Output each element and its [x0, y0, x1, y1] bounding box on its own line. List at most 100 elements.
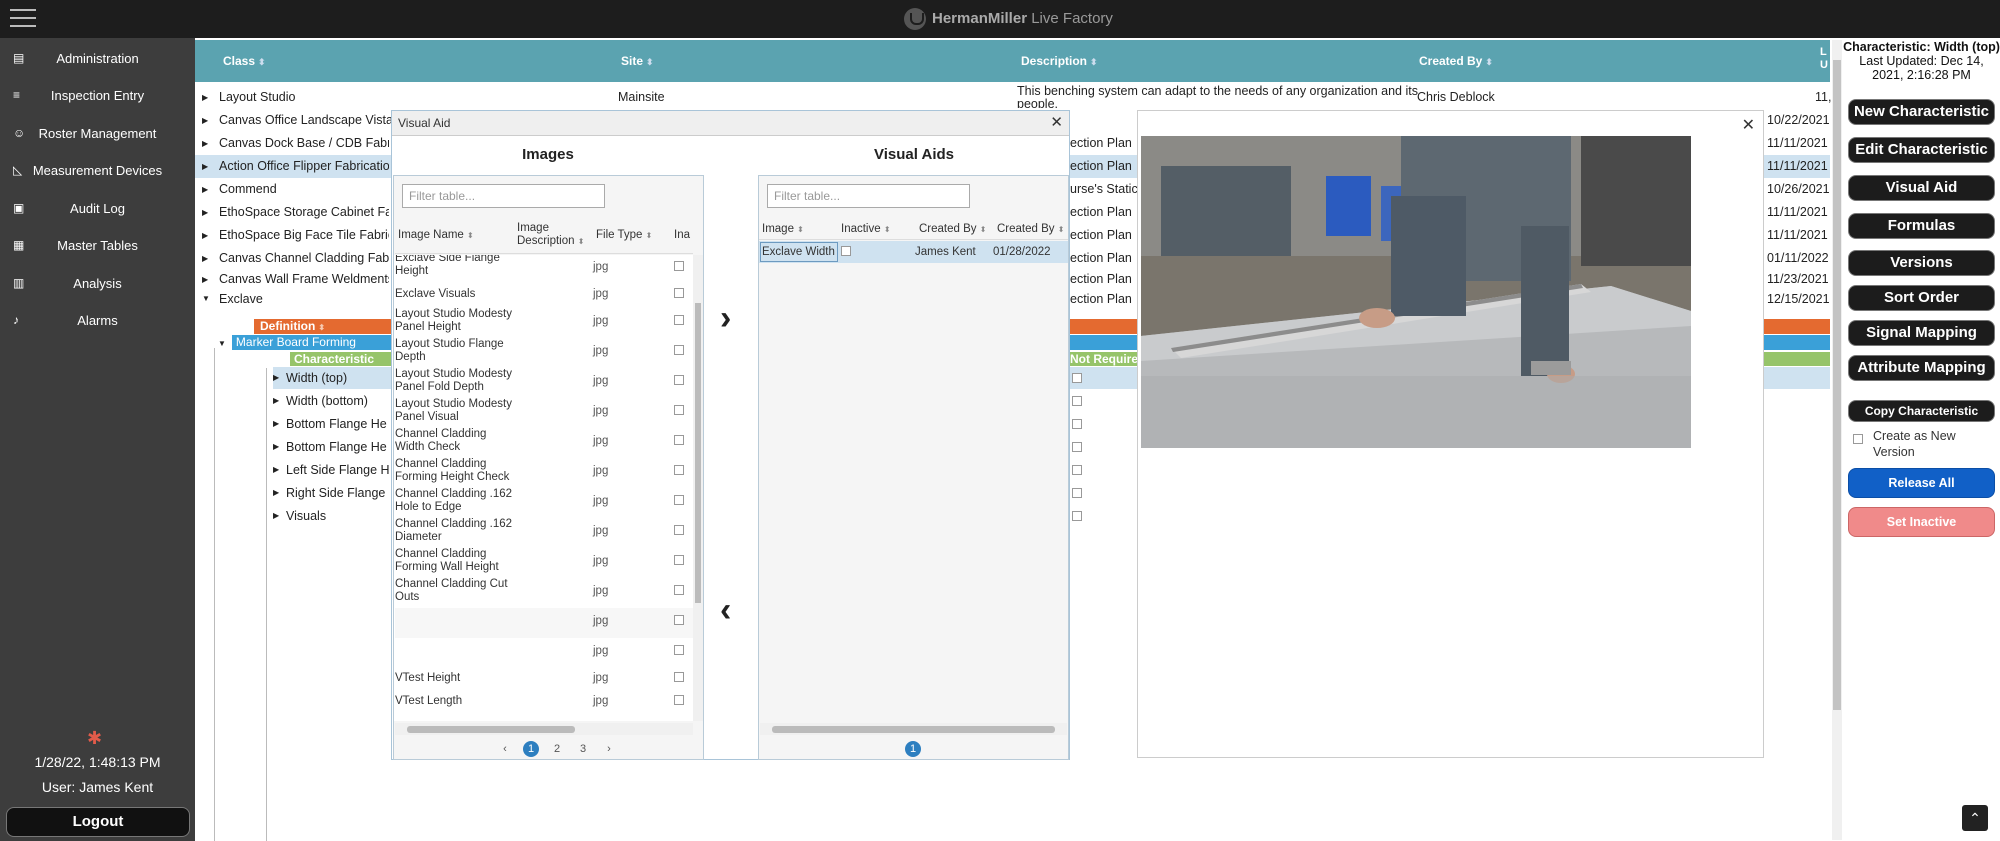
edit-characteristic-button[interactable]: Edit Characteristic	[1848, 137, 1995, 163]
signal-mapping-button[interactable]: Signal Mapping	[1848, 320, 1995, 346]
visual-aid-button[interactable]: Visual Aid	[1848, 175, 1995, 201]
column-header-description[interactable]: Description ⬍	[1021, 54, 1098, 68]
copy-characteristic-button[interactable]: Copy Characteristic	[1848, 400, 1995, 422]
next-page-button[interactable]: ›	[601, 741, 617, 757]
column-header-file-type[interactable]: File Type ⬍	[596, 229, 652, 242]
image-row[interactable]: Layout Studio Flange Depth jpg	[395, 338, 693, 368]
image-row[interactable]: Channel Cladding .162 Diameter jpg	[395, 518, 693, 548]
sidebar-item-master-tables[interactable]: ▦ Master Tables	[0, 227, 195, 264]
expand-arrow-icon[interactable]: ▶	[273, 367, 279, 389]
scrollbar-thumb[interactable]	[1833, 60, 1841, 710]
sidebar-item-inspection-entry[interactable]: ≡ Inspection Entry	[0, 77, 195, 114]
column-header-image-name[interactable]: Image Name ⬍	[398, 229, 474, 242]
set-inactive-button[interactable]: Set Inactive	[1848, 507, 1995, 537]
scrollbar-thumb[interactable]	[695, 303, 701, 603]
visual-aids-filter-input[interactable]: Filter table...	[767, 184, 970, 208]
bug-report-icon[interactable]: ✱	[87, 728, 102, 749]
expand-arrow-icon[interactable]: ▶	[202, 247, 208, 270]
scrollbar-thumb[interactable]	[407, 726, 575, 733]
prev-page-button[interactable]: ‹	[497, 741, 513, 757]
image-row[interactable]: Layout Studio Modesty Panel Height jpg	[395, 308, 693, 338]
not-required-checkbox[interactable]	[1072, 442, 1082, 452]
column-header-site[interactable]: Site ⬍	[621, 54, 654, 68]
sidebar-item-roster-management[interactable]: ☺ Roster Management	[0, 115, 195, 152]
expand-arrow-icon[interactable]: ▶	[202, 86, 208, 109]
expand-arrow-icon[interactable]: ▶	[202, 224, 208, 247]
image-row[interactable]: Channel Cladding .162 Hole to Edge jpg	[395, 488, 693, 518]
page-3-button[interactable]: 3	[575, 741, 591, 757]
image-row[interactable]: Exclave Side Flange Height jpg	[395, 255, 693, 282]
versions-button[interactable]: Versions	[1848, 250, 1995, 276]
column-header-created-by[interactable]: Created By ⬍	[919, 223, 986, 236]
page-2-button[interactable]: 2	[549, 741, 565, 757]
not-required-checkbox[interactable]	[1072, 396, 1082, 406]
expand-arrow-icon[interactable]: ▶	[202, 201, 208, 224]
expand-arrow-icon[interactable]: ▶	[202, 268, 208, 291]
not-required-checkbox[interactable]	[1072, 465, 1082, 475]
not-required-checkbox[interactable]	[1072, 419, 1082, 429]
image-row[interactable]: Layout Studio Modesty Panel Visual jpg	[395, 398, 693, 428]
images-vertical-scrollbar[interactable]	[693, 255, 703, 721]
image-row[interactable]: Layout Studio Modesty Panel Fold Depth jp…	[395, 368, 693, 398]
not-required-checkbox[interactable]	[1072, 373, 1082, 383]
expand-arrow-icon[interactable]: ▶	[273, 459, 279, 481]
images-filter-input[interactable]: Filter table...	[402, 184, 605, 208]
not-required-checkbox[interactable]	[1072, 488, 1082, 498]
visual-aid-row[interactable]: Exclave Width James Kent 01/28/2022	[759, 241, 1068, 263]
logout-button[interactable]: Logout	[6, 807, 190, 837]
image-row[interactable]: Channel Cladding Cut Outs jpg	[395, 578, 693, 608]
image-row[interactable]: Channel Cladding Forming Wall Height jpg	[395, 548, 693, 578]
close-icon[interactable]: ✕	[1050, 114, 1063, 132]
page-1-button[interactable]: 1	[905, 741, 921, 757]
images-horizontal-scrollbar[interactable]	[395, 723, 693, 735]
collapse-arrow-icon[interactable]: ▼	[218, 339, 226, 348]
main-vertical-scrollbar[interactable]	[1832, 40, 1842, 840]
sidebar-item-alarms[interactable]: ♪ Alarms	[0, 302, 195, 339]
expand-arrow-icon[interactable]: ▶	[273, 413, 279, 435]
image-row[interactable]: Exclave Visuals jpg	[395, 285, 693, 308]
image-row[interactable]: VTest Height jpg	[395, 668, 693, 691]
sidebar-item-audit-log[interactable]: ▣ Audit Log	[0, 190, 195, 227]
expand-arrow-icon[interactable]: ▶	[273, 482, 279, 504]
column-header-image-description[interactable]: Image Description ⬍	[517, 222, 587, 248]
formulas-button[interactable]: Formulas	[1848, 213, 1995, 239]
sidebar-item-administration[interactable]: ▤ Administration	[0, 40, 195, 77]
image-row[interactable]: Channel Cladding Forming Height Check jpg	[395, 458, 693, 488]
scroll-to-top-button[interactable]: ⌃	[1962, 805, 1988, 831]
visual-aid-inactive-checkbox[interactable]	[841, 246, 851, 256]
hamburger-menu-icon[interactable]	[10, 9, 36, 29]
not-required-checkbox[interactable]	[1072, 511, 1082, 521]
column-header-class[interactable]: Class ⬍	[223, 54, 266, 68]
expand-arrow-icon[interactable]: ▶	[202, 132, 208, 155]
expand-arrow-icon[interactable]: ▶	[273, 390, 279, 412]
column-header-inactive[interactable]: Inactive ⬍	[841, 223, 891, 236]
attribute-mapping-button[interactable]: Attribute Mapping	[1848, 355, 1995, 381]
create-new-version-checkbox[interactable]	[1853, 434, 1863, 444]
move-to-visual-aids-button[interactable]: ›	[720, 299, 731, 338]
remove-from-visual-aids-button[interactable]: ‹	[720, 591, 731, 630]
expand-arrow-icon[interactable]: ▶	[202, 155, 208, 178]
column-header-image[interactable]: Image ⬍	[762, 223, 804, 236]
close-icon[interactable]: ✕	[1742, 115, 1755, 135]
create-new-version-option[interactable]: Create as New Version	[1853, 428, 1983, 460]
visual-aid-image-cell[interactable]: Exclave Width	[760, 242, 838, 262]
column-header-created-by[interactable]: Created By ⬍	[1419, 54, 1493, 68]
sidebar-item-measurement-devices[interactable]: ◺ Measurement Devices	[0, 152, 195, 189]
new-characteristic-button[interactable]: New Characteristic	[1848, 99, 1995, 125]
expand-arrow-icon[interactable]: ▶	[202, 178, 208, 201]
image-row[interactable]: jpg	[395, 638, 693, 668]
expand-arrow-icon[interactable]: ▶	[202, 109, 208, 132]
image-row[interactable]: jpg	[395, 608, 693, 638]
image-row[interactable]: VTest Length jpg	[395, 691, 693, 714]
column-header-inactive[interactable]: Ina	[674, 229, 690, 242]
collapse-arrow-icon[interactable]: ▼	[202, 289, 210, 309]
image-row[interactable]: Channel Cladding Width Check jpg	[395, 428, 693, 458]
page-1-button[interactable]: 1	[523, 741, 539, 757]
sidebar-item-analysis[interactable]: ▥ Analysis	[0, 265, 195, 302]
column-header-created-at[interactable]: Created By ⬍	[997, 223, 1064, 236]
release-all-button[interactable]: Release All	[1848, 468, 1995, 498]
column-header-last-updated[interactable]: L U	[1820, 46, 1828, 72]
expand-arrow-icon[interactable]: ▶	[273, 436, 279, 458]
expand-arrow-icon[interactable]: ▶	[273, 505, 279, 527]
scrollbar-thumb[interactable]	[772, 726, 1055, 733]
